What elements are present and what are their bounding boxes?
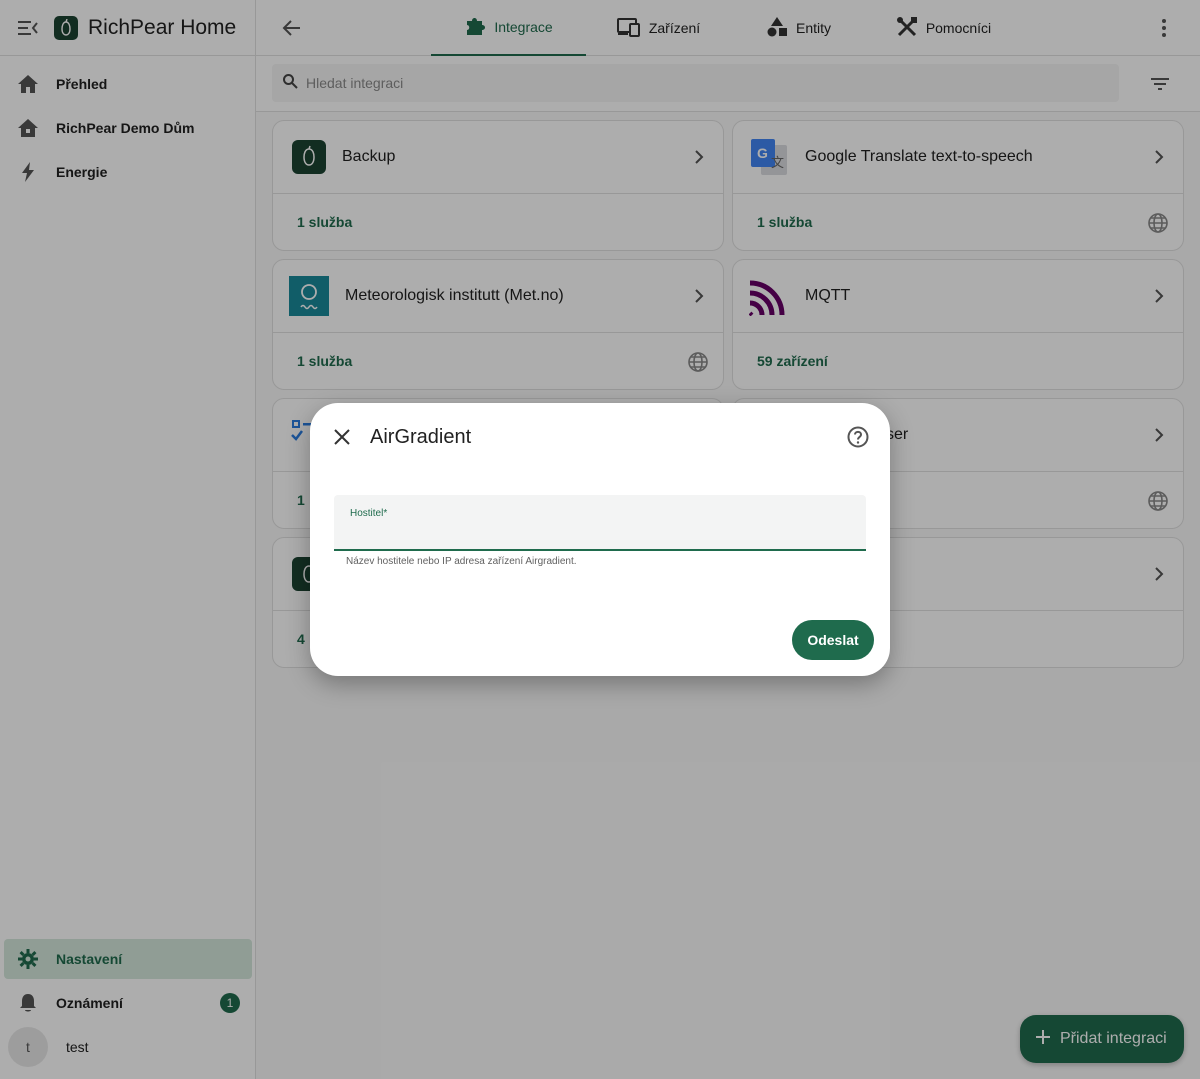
config-flow-dialog: AirGradient Hostitel* Název hostitele ne…: [310, 403, 890, 676]
host-input[interactable]: [350, 521, 850, 543]
help-icon[interactable]: [846, 425, 870, 449]
host-field-helper: Název hostitele nebo IP adresa zařízení …: [346, 556, 577, 567]
dialog-title: AirGradient: [370, 426, 472, 448]
submit-button[interactable]: Odeslat: [792, 620, 874, 660]
host-field-label: Hostitel*: [350, 508, 388, 519]
close-icon[interactable]: [330, 425, 354, 449]
host-field[interactable]: Hostitel*: [334, 495, 866, 551]
